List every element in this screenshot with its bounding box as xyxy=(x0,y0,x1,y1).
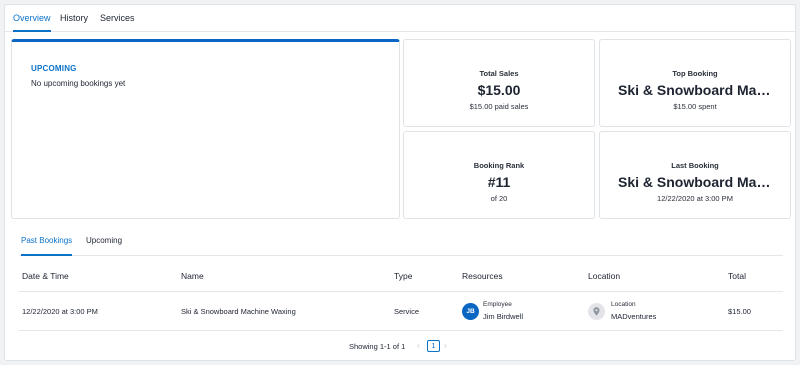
page-button-current[interactable]: 1 xyxy=(427,340,440,352)
tab-upcoming-bookings[interactable]: Upcoming xyxy=(86,236,122,256)
last-booking-label: Last Booking xyxy=(671,161,719,170)
col-header-resources[interactable]: Resources xyxy=(462,271,503,281)
row-date-time: 12/22/2020 at 3:00 PM xyxy=(22,307,98,316)
table-header-divider xyxy=(19,291,783,292)
resource-name: Jim Birdwell xyxy=(483,312,524,321)
tab-past-bookings[interactable]: Past Bookings xyxy=(21,236,73,256)
top-booking-label: Top Booking xyxy=(672,69,718,78)
row-total: $15.00 xyxy=(728,307,751,316)
tab-history[interactable]: History xyxy=(60,13,88,32)
top-booking-card: Top Booking Ski & Snowboard Machine Waxi… xyxy=(599,39,791,127)
upcoming-card: UPCOMING No upcoming bookings yet xyxy=(11,39,400,219)
last-booking-card: Last Booking Ski & Snowboard Machine Wax… xyxy=(599,131,791,219)
tab-services[interactable]: Services xyxy=(100,13,135,32)
col-header-type[interactable]: Type xyxy=(394,271,412,281)
bookings-tab-bar: Past Bookings Upcoming xyxy=(19,236,783,256)
upcoming-empty-text: No upcoming bookings yet xyxy=(31,79,126,88)
location-pin-icon xyxy=(588,303,605,320)
last-booking-value: Ski & Snowboard Machine Waxing xyxy=(618,174,790,190)
location-label: Location xyxy=(611,301,636,308)
total-sales-sub: $15.00 paid sales xyxy=(469,102,529,111)
booking-rank-sub: of 20 xyxy=(490,194,508,203)
table-row-divider xyxy=(19,330,783,331)
employee-avatar: JB xyxy=(462,303,479,320)
tab-overview[interactable]: Overview xyxy=(13,13,51,32)
col-header-date-time[interactable]: Date & Time xyxy=(22,271,69,281)
top-booking-sub: $15.00 spent xyxy=(673,102,717,111)
col-header-total[interactable]: Total xyxy=(728,271,746,281)
col-header-location[interactable]: Location xyxy=(588,271,620,281)
location-name: MADventures xyxy=(611,312,657,321)
row-name: Ski & Snowboard Machine Waxing xyxy=(181,307,296,316)
col-header-name[interactable]: Name xyxy=(181,271,204,281)
chevron-right-icon[interactable]: › xyxy=(444,341,447,350)
resource-label: Employee xyxy=(483,301,512,308)
booking-rank-label: Booking Rank xyxy=(473,161,525,170)
row-type: Service xyxy=(394,307,420,316)
last-booking-sub: 12/22/2020 at 3:00 PM xyxy=(657,194,733,203)
total-sales-card: Total Sales $15.00 $15.00 paid sales xyxy=(403,39,595,127)
upcoming-title: UPCOMING xyxy=(31,64,77,73)
top-booking-value: Ski & Snowboard Machine Waxing xyxy=(618,82,790,98)
chevron-left-icon[interactable]: ‹ xyxy=(417,341,420,350)
total-sales-value: $15.00 xyxy=(477,82,521,98)
total-sales-label: Total Sales xyxy=(479,69,519,78)
booking-rank-value: #11 xyxy=(487,174,511,190)
customer-overview-panel: Overview History Services UPCOMING No up… xyxy=(4,4,796,361)
booking-rank-card: Booking Rank #11 of 20 xyxy=(403,131,595,219)
pagination-summary: Showing 1-1 of 1 xyxy=(349,342,406,351)
top-tab-bar: Overview History Services xyxy=(5,5,795,32)
